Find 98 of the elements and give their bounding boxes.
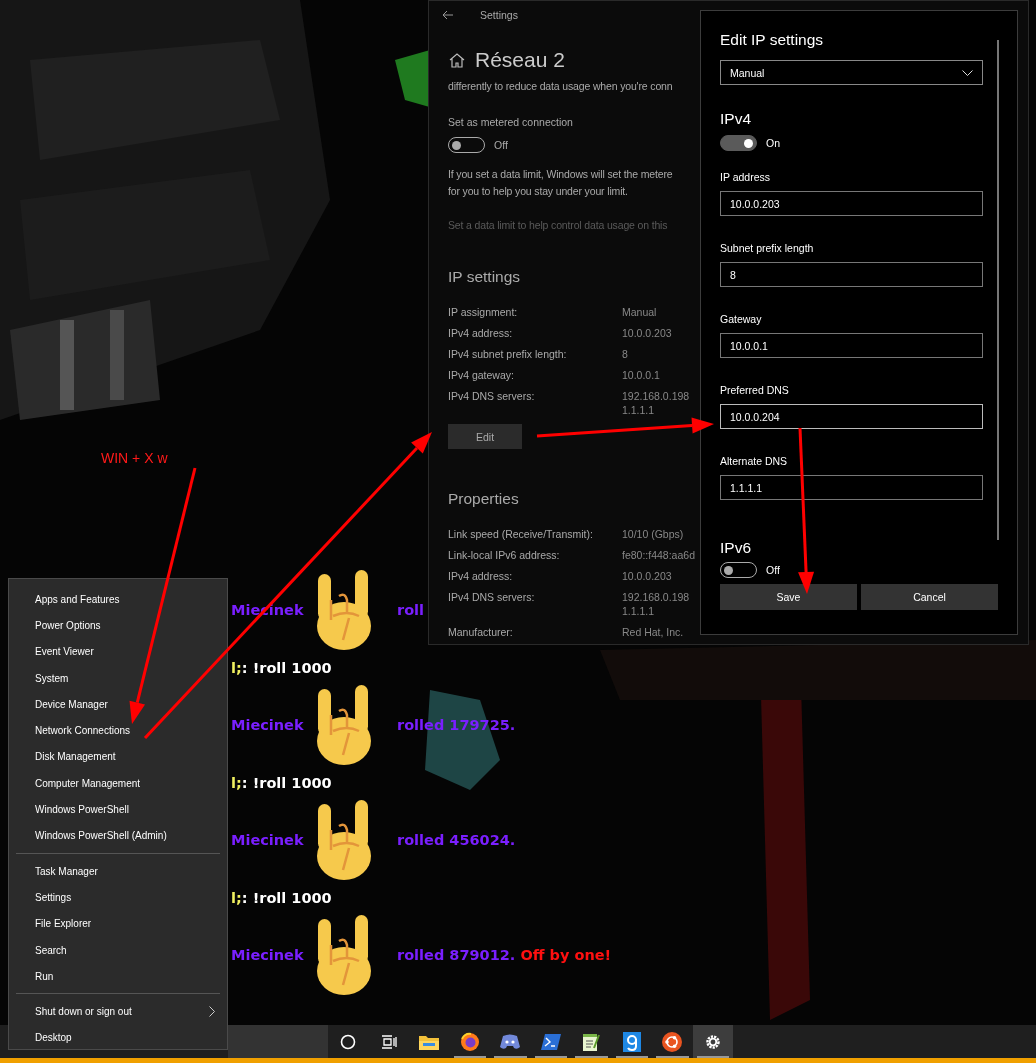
taskbar-button[interactable] [692,1025,733,1058]
toggle-state: Off [766,564,780,576]
back-arrow-icon[interactable] [442,10,454,20]
input-field[interactable]: 1.1.1.1 [720,475,983,500]
rock-hand-icon [315,800,373,880]
property-label: IPv4 subnet prefix length: [448,347,568,361]
field-label: Alternate DNS [720,455,788,467]
property-label: Link speed (Receive/Transmit): [448,527,594,541]
field-label: Gateway [720,313,762,325]
rock-hand-icon [315,570,373,650]
menu-item[interactable]: Power Options [9,612,227,639]
menu-item[interactable]: Event Viewer [9,638,227,665]
property-label: IPv4 DNS servers: [448,389,536,404]
menu-item[interactable]: Disk Management [9,743,227,771]
menu-item[interactable]: Windows PowerShell (Admin) [9,822,227,849]
section-heading: Properties [448,490,519,508]
input-field[interactable]: 10.0.0.1 [720,333,983,358]
property-value: 10.0.0.203 [622,569,672,583]
field-label: IP address [720,171,770,183]
menu-item[interactable]: Computer Management [9,770,227,797]
rock-hand-icon [315,915,373,995]
cancel-button[interactable]: Cancel [861,584,998,610]
description-text: differently to reduce data usage when you're conn [448,80,673,92]
edit-button[interactable]: Edit [448,424,522,449]
menu-item[interactable]: Task Manager [9,857,227,885]
toggle-state: On [766,137,780,149]
property-label: Manufacturer: [448,625,514,639]
property-value: 10.0.0.203 [622,326,672,340]
input-field[interactable]: 10.0.0.204 [720,404,983,429]
chat-message: l;: !roll 1000 [231,658,333,678]
toggle-switch[interactable] [720,135,757,151]
menu-item[interactable]: System [9,664,227,692]
chat-message: l;: !roll 1000 [231,773,333,793]
game-controller-icon [500,1033,521,1050]
menu-item[interactable]: File Explorer [9,910,227,937]
property-value: 10.0.0.1 [622,368,660,382]
fox-globe-icon [459,1031,480,1052]
property-label: IPv4 address: [448,326,514,340]
menu-item[interactable]: Windows PowerShell [9,796,227,823]
property-value: fe80::f448:aa6d [622,548,695,562]
setting-label: Set as metered connection [448,116,573,128]
property-value: 192.168.0.198 [622,389,690,403]
chevron-down-icon [962,69,973,76]
toggle-state: Off [494,139,508,151]
chat-username: Miecinek [231,832,305,848]
menu-item[interactable]: Device Manager [9,691,227,718]
chat-message: roll [397,602,425,618]
property-value: Manual [622,305,657,319]
chat-username: Miecinek [231,947,305,963]
property-label: IPv4 DNS servers: [448,590,536,605]
window-title: Settings [480,9,518,21]
save-button[interactable]: Save [720,584,857,610]
notepad-icon [582,1031,601,1052]
property-value: Red Hat, Inc. [622,625,684,639]
chat-message: rolled 179725. [397,717,516,733]
field-label: Preferred DNS [720,384,789,396]
menu-item[interactable]: Desktop [9,1024,227,1052]
chevron-right-icon [209,1006,215,1018]
property-value: 1.1.1.1 [622,403,656,417]
chat-message: rolled 456024. [397,832,516,848]
property-value: 8 [622,347,628,361]
menu-item[interactable]: Settings [9,884,227,911]
menu-item[interactable]: Apps and Features [9,586,227,613]
input-field[interactable]: 8 [720,262,983,287]
property-label: IPv4 gateway: [448,368,515,382]
property-value: 1.1.1.1 [622,604,656,618]
menu-item[interactable]: Run [9,963,227,990]
menu-item[interactable]: Search [9,936,227,964]
chat-username: Miecinek [231,717,305,733]
section-heading: IP settings [448,268,521,286]
section-heading: IPv6 [720,539,751,557]
chat-message: l;: !roll 1000 [231,888,333,908]
home-icon[interactable] [449,52,465,68]
property-value: 10/10 (Gbps) [622,527,684,541]
annotation-text: WIN + X w [101,450,168,466]
dialog-title: Edit IP settings [720,31,824,49]
input-field[interactable]: 10.0.0.203 [720,191,983,216]
circle-of-friends-icon [662,1031,683,1052]
terminal-icon [540,1033,561,1050]
description-text: If you set a data limit, Windows will set the metere [448,167,673,182]
page-title: Réseau 2 [475,48,565,72]
menu-item[interactable]: Network Connections [9,717,227,744]
task-view-icon [380,1034,397,1049]
field-label: Subnet prefix length [720,242,814,254]
circle-icon [340,1033,357,1050]
property-value: 192.168.0.198 [622,590,690,604]
property-label: Link-local IPv6 address: [448,548,561,562]
menu-item[interactable]: Shut down or sign out [9,998,227,1025]
property-label: IPv4 address: [448,569,514,583]
property-label: IP assignment: [448,305,519,319]
settings-icon [703,1032,722,1051]
folder-icon [419,1033,440,1050]
chat-message: rolled 879012. Off by one! [397,947,612,963]
description-text: for you to help you stay under your limit. [448,184,629,199]
rock-hand-icon [315,685,373,765]
dropdown[interactable]: Manual [720,60,983,85]
section-heading: IPv4 [720,110,751,128]
letter-g-icon [622,1031,641,1052]
